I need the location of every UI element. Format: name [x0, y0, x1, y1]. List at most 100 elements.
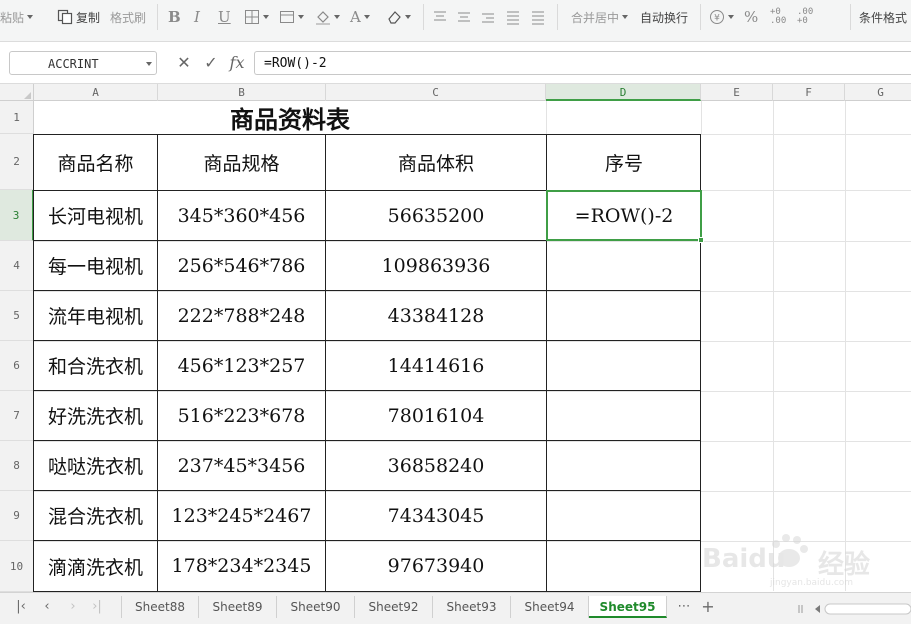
fill-color-button[interactable]	[315, 4, 340, 30]
cell-sequence[interactable]	[547, 391, 701, 440]
copy-icon	[57, 9, 73, 25]
percent-button[interactable]: %	[744, 4, 758, 30]
row-header-6[interactable]: 6	[0, 341, 34, 391]
underline-button[interactable]: U	[218, 4, 231, 30]
add-sheet-button[interactable]: +	[700, 599, 716, 615]
cell-product-name[interactable]: 滴滴洗衣机	[34, 541, 157, 591]
currency-button[interactable]: ¥	[709, 4, 734, 30]
clear-caret-icon	[405, 15, 411, 19]
align-middle-button[interactable]	[456, 4, 472, 30]
prev-sheet-icon[interactable]: ‹	[40, 600, 54, 614]
row-header-7[interactable]: 7	[0, 391, 34, 441]
header-product-volume[interactable]: 商品体积	[326, 135, 546, 190]
cell-style-button[interactable]	[279, 4, 304, 30]
format-painter-button[interactable]: 格式刷	[110, 4, 146, 30]
cell-sequence[interactable]	[547, 241, 701, 290]
cell-product-spec[interactable]: 222*788*248	[158, 291, 325, 340]
sheet-tab[interactable]: Sheet93	[433, 596, 511, 618]
cell-sequence[interactable]	[547, 341, 701, 390]
cell-product-name[interactable]: 和合洗衣机	[34, 341, 157, 390]
first-sheet-icon[interactable]: |‹	[14, 600, 28, 614]
confirm-edit-icon[interactable]: ✓	[201, 53, 221, 73]
column-header-b[interactable]: B	[158, 84, 326, 101]
fill-handle[interactable]	[698, 237, 704, 243]
increase-decimal-button[interactable]: +0.00	[770, 4, 786, 30]
sheet-tab[interactable]: Sheet90	[277, 596, 355, 618]
merge-center-button[interactable]: 合并居中	[571, 4, 629, 30]
cell-sequence[interactable]	[547, 291, 701, 340]
row-header-9[interactable]: 9	[0, 491, 34, 541]
header-product-name[interactable]: 商品名称	[34, 135, 157, 190]
paste-caret-icon	[27, 15, 34, 19]
border-button[interactable]	[244, 4, 269, 30]
conditional-format-button[interactable]: 条件格式	[859, 4, 907, 30]
cell-product-volume[interactable]: 14414616	[326, 341, 546, 390]
italic-button[interactable]: I	[194, 4, 200, 30]
insert-function-icon[interactable]: fx	[227, 53, 247, 73]
row-header-2[interactable]: 2	[0, 134, 34, 190]
cell-product-spec[interactable]: 237*45*3456	[158, 441, 325, 490]
row-header-1[interactable]: 1	[0, 101, 34, 134]
sheet-tab[interactable]: Sheet92	[355, 596, 433, 618]
cell-product-name[interactable]: 混合洗衣机	[34, 491, 157, 540]
header-product-spec[interactable]: 商品规格	[158, 135, 325, 190]
horizontal-scrollbar[interactable]	[797, 600, 911, 615]
cell-product-volume[interactable]: 109863936	[326, 241, 546, 290]
column-header-g[interactable]: G	[845, 84, 911, 101]
bold-button[interactable]: B	[168, 4, 181, 30]
cell-sequence[interactable]	[547, 541, 701, 591]
column-header-e[interactable]: E	[701, 84, 773, 101]
cell-product-volume[interactable]: 43384128	[326, 291, 546, 340]
sheet-tab-active[interactable]: Sheet95	[589, 596, 667, 618]
table-title[interactable]: 商品资料表	[34, 101, 546, 134]
cell-product-name[interactable]: 流年电视机	[34, 291, 157, 340]
cell-product-spec[interactable]: 178*234*2345	[158, 541, 325, 591]
more-sheets-icon[interactable]: ⋯	[676, 600, 692, 614]
row-header-3[interactable]: 3	[0, 190, 34, 241]
cell-product-name[interactable]: 每一电视机	[34, 241, 157, 290]
align-top-button[interactable]	[432, 4, 448, 30]
cell-product-name[interactable]: 好洗洗衣机	[34, 391, 157, 440]
cell-product-volume[interactable]: 56635200	[326, 191, 546, 240]
sheet-tab[interactable]: Sheet88	[121, 596, 199, 618]
cell-product-spec[interactable]: 516*223*678	[158, 391, 325, 440]
cell-product-volume[interactable]: 78016104	[326, 391, 546, 440]
copy-button[interactable]: 复制	[57, 4, 100, 30]
sheet-tab[interactable]: Sheet89	[199, 596, 277, 618]
column-header-c[interactable]: C	[326, 84, 546, 101]
justify-button[interactable]	[505, 4, 521, 30]
cell-product-spec[interactable]: 345*360*456	[158, 191, 325, 240]
column-header-d[interactable]: D	[546, 84, 701, 101]
next-sheet-icon[interactable]: ›	[66, 600, 80, 614]
column-header-f[interactable]: F	[773, 84, 845, 101]
row-header-10[interactable]: 10	[0, 541, 34, 592]
cell-product-volume[interactable]: 97673940	[326, 541, 546, 591]
cell-product-spec[interactable]: 256*546*786	[158, 241, 325, 290]
clear-button[interactable]	[386, 4, 411, 30]
name-box[interactable]: ACCRINT	[9, 51, 157, 75]
cell-product-name[interactable]: 哒哒洗衣机	[34, 441, 157, 490]
cell-product-volume[interactable]: 36858240	[326, 441, 546, 490]
formula-input[interactable]: =ROW()-2	[254, 51, 911, 75]
cell-sequence[interactable]	[547, 441, 701, 490]
row-header-4[interactable]: 4	[0, 241, 34, 291]
cell-product-spec[interactable]: 123*245*2467	[158, 491, 325, 540]
cell-product-name[interactable]: 长河电视机	[34, 191, 157, 240]
last-sheet-icon[interactable]: ›|	[90, 600, 104, 614]
align-bottom-button[interactable]	[480, 4, 496, 30]
cell-product-volume[interactable]: 74343045	[326, 491, 546, 540]
select-all-corner[interactable]	[0, 84, 34, 101]
column-header-a[interactable]: A	[34, 84, 158, 101]
distributed-button[interactable]	[530, 4, 546, 30]
wrap-text-button[interactable]: 自动换行	[640, 4, 688, 30]
sheet-tab[interactable]: Sheet94	[511, 596, 589, 618]
row-header-5[interactable]: 5	[0, 291, 34, 341]
header-sequence[interactable]: 序号	[547, 135, 701, 190]
cancel-edit-icon[interactable]: ✕	[174, 53, 194, 73]
row-header-8[interactable]: 8	[0, 441, 34, 491]
font-color-button[interactable]: A	[350, 4, 370, 30]
paste-button[interactable]: 粘贴	[0, 4, 34, 30]
decrease-decimal-button[interactable]: .00 +0	[797, 4, 813, 30]
cell-sequence[interactable]	[547, 491, 701, 540]
cell-product-spec[interactable]: 456*123*257	[158, 341, 325, 390]
